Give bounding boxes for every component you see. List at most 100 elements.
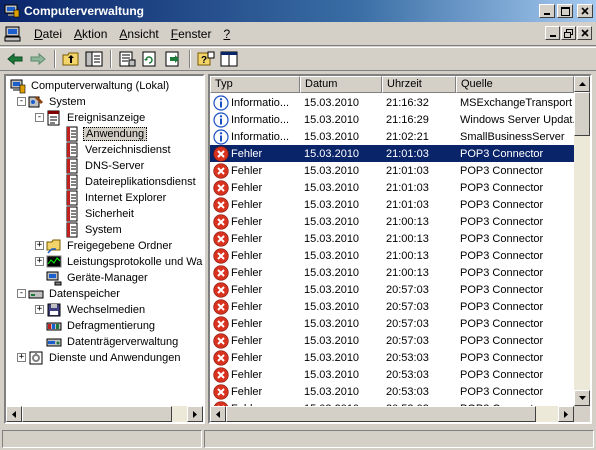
list-hscroll-thumb[interactable] xyxy=(226,406,536,422)
computer-management-icon xyxy=(10,79,26,94)
tree-node[interactable]: Freigegebene Ordner xyxy=(46,238,174,254)
list-horizontal-scrollbar[interactable] xyxy=(210,406,574,422)
refresh-button[interactable] xyxy=(139,49,161,69)
help-button[interactable]: ? xyxy=(195,49,217,69)
event-row[interactable]: Fehler 15.03.2010 21:01:03 POP3 Connector xyxy=(210,145,574,162)
tree-node[interactable]: Computerverwaltung (Lokal) xyxy=(10,78,171,94)
expand-toggle[interactable]: + xyxy=(35,257,44,266)
list-scroll-track[interactable] xyxy=(226,406,558,422)
tree-node[interactable]: System xyxy=(64,222,124,238)
maximize-button[interactable] xyxy=(557,4,573,18)
cell-uhrzeit: 20:57:03 xyxy=(386,300,429,313)
child-minimize-button[interactable] xyxy=(545,26,560,40)
tree-node[interactable]: Datenträgerverwaltung xyxy=(46,334,180,350)
tree-node[interactable]: System xyxy=(28,94,88,110)
tree-node[interactable]: Verzeichnisdienst xyxy=(64,142,173,158)
tree-node[interactable]: Dienste und Anwendungen xyxy=(28,350,183,366)
menu-fenster[interactable]: Fenster xyxy=(165,25,218,43)
expand-toggle[interactable]: + xyxy=(17,353,26,362)
scroll-right-button[interactable] xyxy=(187,406,203,422)
event-row[interactable]: Fehler 15.03.2010 20:53:03 POP3 Connector xyxy=(210,383,574,400)
tree-horizontal-scrollbar[interactable] xyxy=(6,406,203,422)
event-list[interactable]: Typ Datum Uhrzeit Quelle Informatio... 15… xyxy=(208,74,592,424)
event-row[interactable]: Fehler 15.03.2010 21:01:03 POP3 Connector xyxy=(210,162,574,179)
minimize-icon xyxy=(549,35,556,37)
event-row[interactable]: Fehler 15.03.2010 21:00:13 POP3 Connector xyxy=(210,264,574,281)
tree-scroll-thumb[interactable] xyxy=(22,406,172,422)
collapse-toggle[interactable]: - xyxy=(17,289,26,298)
event-row[interactable]: Fehler 15.03.2010 20:57:03 POP3 Connector xyxy=(210,315,574,332)
child-close-button[interactable] xyxy=(577,26,592,40)
expand-toggle[interactable]: + xyxy=(35,305,44,314)
forward-button[interactable] xyxy=(27,49,49,69)
cell-datum: 15.03.2010 xyxy=(304,130,360,143)
event-row[interactable]: Fehler 15.03.2010 20:57:03 POP3 Connector xyxy=(210,298,574,315)
event-row[interactable]: Fehler 15.03.2010 21:00:13 POP3 Connector xyxy=(210,247,574,264)
tree-node[interactable]: Sicherheit xyxy=(64,206,136,222)
column-header-uhrzeit[interactable]: Uhrzeit xyxy=(382,76,456,93)
child-restore-button[interactable] xyxy=(561,26,576,40)
event-type-label: Fehler xyxy=(231,351,263,364)
menu-datei[interactable]: Datei xyxy=(28,25,68,43)
minimize-button[interactable] xyxy=(539,4,555,18)
event-row[interactable]: Informatio... 15.03.2010 21:16:29 Windows S… xyxy=(210,111,574,128)
export-list-icon xyxy=(165,51,179,67)
tree-node[interactable]: Geräte-Manager xyxy=(46,270,150,286)
menu-fenster-label: enster xyxy=(178,26,212,41)
tree-node[interactable]: Anwendung xyxy=(64,126,148,142)
event-log-icon xyxy=(66,126,78,142)
export-list-button[interactable] xyxy=(162,49,184,69)
event-row[interactable]: Fehler 15.03.2010 21:00:13 POP3 Connector xyxy=(210,213,574,230)
tree-node[interactable]: Leistungsprotokolle und Warnungen xyxy=(46,254,203,270)
event-row[interactable]: Fehler 15.03.2010 21:00:13 POP3 Connector xyxy=(210,230,574,247)
menu-help[interactable]: ? xyxy=(217,25,236,43)
column-header-datum[interactable]: Datum xyxy=(300,76,382,93)
menu-ansicht[interactable]: Ansicht xyxy=(113,25,164,43)
tree-node[interactable]: Internet Explorer xyxy=(64,190,168,206)
tree-node[interactable]: Dateireplikationsdienst xyxy=(64,174,198,190)
event-row[interactable]: Fehler 15.03.2010 21:01:03 POP3 Connector xyxy=(210,196,574,213)
cell-typ: Fehler xyxy=(210,298,300,315)
event-row[interactable]: Fehler 15.03.2010 21:01:03 POP3 Connector xyxy=(210,179,574,196)
event-row[interactable]: Fehler 15.03.2010 20:53:03 POP3 Connector xyxy=(210,366,574,383)
event-log-icon xyxy=(66,206,78,222)
close-button[interactable] xyxy=(577,4,593,18)
event-row[interactable]: Fehler 15.03.2010 20:53:03 POP3 Connector xyxy=(210,349,574,366)
menu-aktion[interactable]: Aktion xyxy=(68,25,113,43)
cell-quelle: POP3 Connector xyxy=(460,351,544,364)
console-tree[interactable]: Computerverwaltung (Lokal) - System - Ereign… xyxy=(4,74,205,424)
expand-toggle[interactable]: + xyxy=(35,241,44,250)
list-vscroll-thumb[interactable] xyxy=(574,92,590,136)
title-bar[interactable]: Computerverwaltung xyxy=(0,0,596,22)
cell-uhrzeit: 21:00:13 xyxy=(386,249,429,262)
scroll-left-button[interactable] xyxy=(6,406,22,422)
scroll-up-button[interactable] xyxy=(574,76,590,92)
list-vertical-scrollbar[interactable] xyxy=(574,76,590,406)
show-action-pane-button[interactable] xyxy=(218,49,240,69)
console-icon xyxy=(4,26,21,41)
tree-node[interactable]: Ereignisanzeige xyxy=(46,110,147,126)
menu-ansicht-label: nsicht xyxy=(127,26,159,41)
tree-scroll-track[interactable] xyxy=(22,406,187,422)
event-row[interactable]: Fehler 15.03.2010 20:57:03 POP3 Connector xyxy=(210,281,574,298)
event-row[interactable]: Informatio... 15.03.2010 21:16:32 MSExchang… xyxy=(210,94,574,111)
event-row[interactable]: Informatio... 15.03.2010 21:02:21 SmallBusi… xyxy=(210,128,574,145)
properties-button[interactable] xyxy=(116,49,138,69)
tree-node[interactable]: Datenspeicher xyxy=(28,286,122,302)
collapse-toggle[interactable]: - xyxy=(17,97,26,106)
scroll-down-button[interactable] xyxy=(574,390,590,406)
column-header-quelle[interactable]: Quelle xyxy=(456,76,574,93)
scroll-left-button[interactable] xyxy=(210,406,226,422)
services-apps-icon xyxy=(29,351,43,365)
event-row[interactable]: Fehler 15.03.2010 20:57:03 POP3 Connector xyxy=(210,332,574,349)
tree-node[interactable]: Defragmentierung xyxy=(46,318,157,334)
column-header-typ[interactable]: Typ xyxy=(210,76,300,93)
tree-node[interactable]: Wechselmedien xyxy=(46,302,147,318)
error-icon xyxy=(213,213,229,230)
collapse-toggle[interactable]: - xyxy=(35,113,44,122)
scroll-right-button[interactable] xyxy=(558,406,574,422)
tree-node[interactable]: DNS-Server xyxy=(64,158,146,174)
up-one-level-button[interactable] xyxy=(60,49,82,69)
back-button[interactable] xyxy=(4,49,26,69)
show-hide-tree-button[interactable] xyxy=(83,49,105,69)
